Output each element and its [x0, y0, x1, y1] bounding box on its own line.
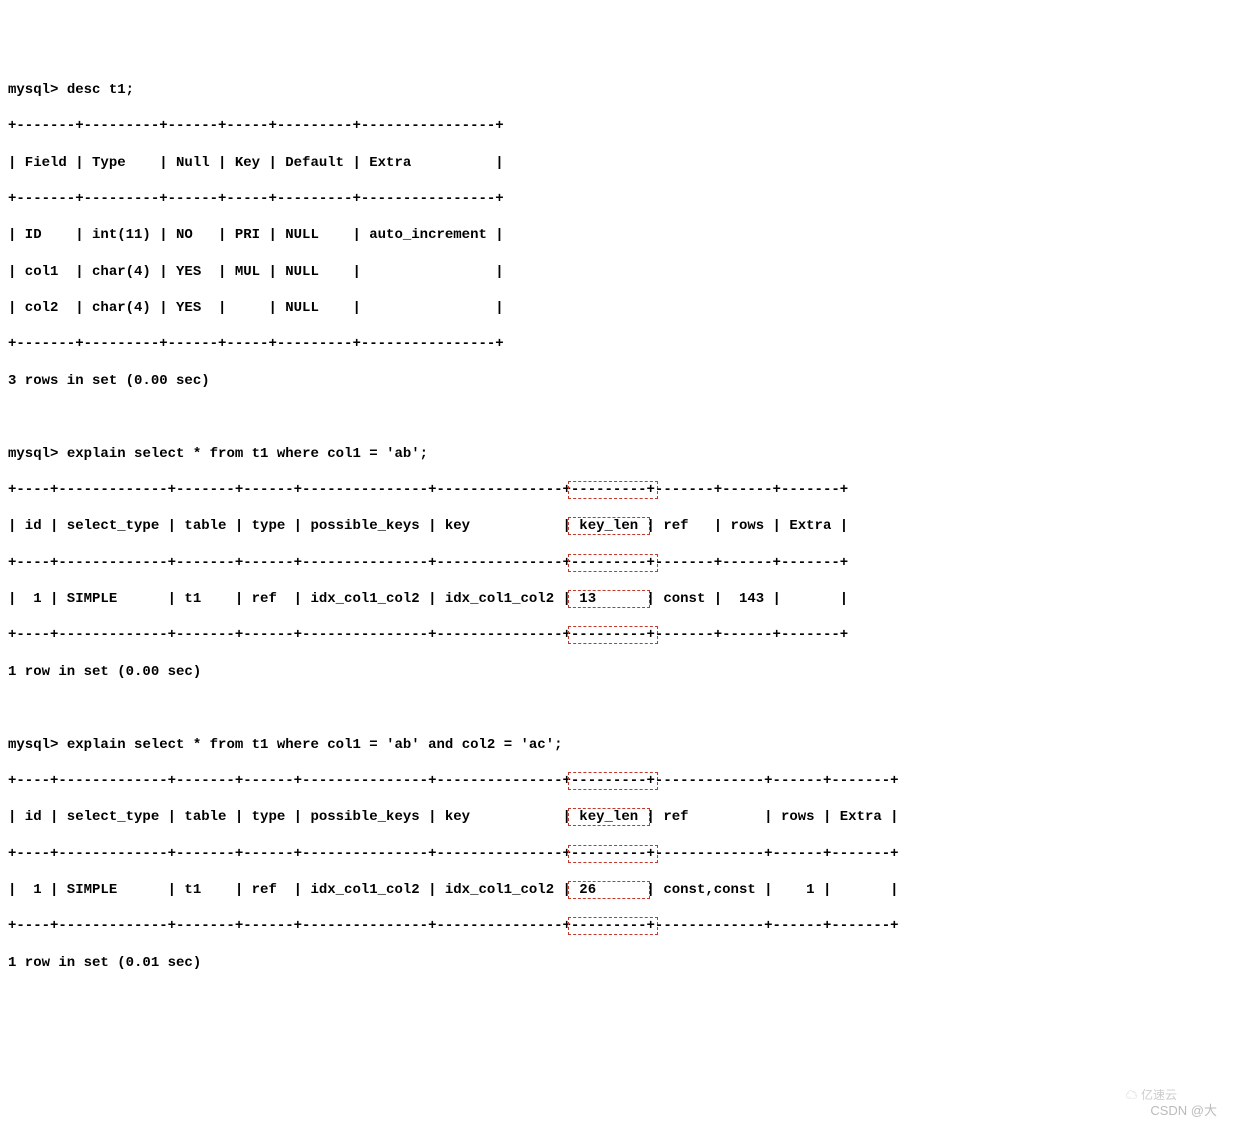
logo-watermark: ☁ 亿速云 [1126, 1088, 1177, 1104]
exp2-row-left: | 1 | SIMPLE | t1 | ref | idx_col1_col2 … [8, 882, 571, 898]
exp1-border-top: +----+-------------+-------+------+-----… [8, 481, 1229, 499]
desc-border-mid: +-------+---------+------+-----+--------… [8, 190, 1229, 208]
command-2: explain select * from t1 where col1 = 'a… [67, 446, 428, 462]
desc-row-0: | ID | int(11) | NO | PRI | NULL | auto_… [8, 226, 1229, 244]
exp1-header-left: | id | select_type | table | type | poss… [8, 518, 571, 534]
exp2-border-mid-left: +----+-------------+-------+------+-----… [8, 846, 571, 862]
exp2-border-bot: +----+-------------+-------+------+-----… [8, 917, 1229, 935]
exp1-border-bot-left: +----+-------------+-------+------+-----… [8, 627, 571, 643]
exp2-header: | id | select_type | table | type | poss… [8, 808, 1229, 826]
command-line-2: mysql> explain select * from t1 where co… [8, 445, 1229, 463]
exp1-border-mid-right: -------+------+-------+ [655, 555, 848, 571]
desc-border-top: +-------+---------+------+-----+--------… [8, 117, 1229, 135]
exp2-row-right: | const,const | 1 | | [647, 882, 899, 898]
exp1-row: | 1 | SIMPLE | t1 | ref | idx_col1_col2 … [8, 590, 1229, 608]
exp2-border-top-left: +----+-------------+-------+------+-----… [8, 773, 571, 789]
command-1: desc t1; [67, 82, 134, 98]
exp2-header-left: | id | select_type | table | type | poss… [8, 809, 571, 825]
exp2-footer: 1 row in set (0.01 sec) [8, 954, 1229, 972]
exp1-border-mid-left: +----+-------------+-------+------+-----… [8, 555, 571, 571]
exp1-header: | id | select_type | table | type | poss… [8, 517, 1229, 535]
exp2-border-mid-right: -------------+------+-------+ [655, 846, 899, 862]
exp2-header-right: | ref | rows | Extra | [647, 809, 899, 825]
exp1-border-bot-keylen: ---------+ [568, 626, 658, 644]
mysql-prompt: mysql> [8, 737, 58, 753]
exp1-keylen-header: key_len [568, 517, 650, 535]
exp2-border-bot-right: -------------+------+-------+ [655, 918, 899, 934]
exp1-border-top-right: -------+------+-------+ [655, 482, 848, 498]
desc-header: | Field | Type | Null | Key | Default | … [8, 154, 1229, 172]
desc-row-2: | col2 | char(4) | YES | | NULL | | [8, 299, 1229, 317]
exp2-keylen-value: 26 [568, 881, 650, 899]
exp1-footer: 1 row in set (0.00 sec) [8, 663, 1229, 681]
exp1-row-right: | const | 143 | | [647, 591, 849, 607]
blank-2 [8, 699, 1229, 717]
exp2-border-top-right: -------------+------+-------+ [655, 773, 899, 789]
exp1-border-mid: +----+-------------+-------+------+-----… [8, 554, 1229, 572]
desc-border-bot: +-------+---------+------+-----+--------… [8, 335, 1229, 353]
command-3: explain select * from t1 where col1 = 'a… [67, 737, 563, 753]
exp1-border-top-left: +----+-------------+-------+------+-----… [8, 482, 571, 498]
exp2-keylen-header: key_len [568, 808, 650, 826]
exp2-border-bot-left: +----+-------------+-------+------+-----… [8, 918, 571, 934]
exp1-header-right: | ref | rows | Extra | [647, 518, 849, 534]
command-line-1: mysql> desc t1; [8, 81, 1229, 99]
mysql-prompt: mysql> [8, 82, 58, 98]
csdn-watermark: CSDN @大 [1150, 1103, 1217, 1120]
exp2-border-mid: +----+-------------+-------+------+-----… [8, 845, 1229, 863]
exp1-border-bot-right: -------+------+-------+ [655, 627, 848, 643]
exp1-border-top-keylen: ---------+ [568, 481, 658, 499]
command-line-3: mysql> explain select * from t1 where co… [8, 736, 1229, 754]
logo-text: 亿速云 [1141, 1088, 1177, 1102]
exp2-row: | 1 | SIMPLE | t1 | ref | idx_col1_col2 … [8, 881, 1229, 899]
exp1-keylen-value: 13 [568, 590, 650, 608]
exp1-border-mid-keylen: ---------+ [568, 554, 658, 572]
exp2-border-mid-keylen: ---------+ [568, 845, 658, 863]
exp1-row-left: | 1 | SIMPLE | t1 | ref | idx_col1_col2 … [8, 591, 571, 607]
exp2-border-top: +----+-------------+-------+------+-----… [8, 772, 1229, 790]
desc-footer: 3 rows in set (0.00 sec) [8, 372, 1229, 390]
exp2-border-top-keylen: ---------+ [568, 772, 658, 790]
blank-1 [8, 408, 1229, 426]
exp1-border-bot: +----+-------------+-------+------+-----… [8, 626, 1229, 644]
exp2-border-bot-keylen: ---------+ [568, 917, 658, 935]
desc-row-1: | col1 | char(4) | YES | MUL | NULL | | [8, 263, 1229, 281]
mysql-prompt: mysql> [8, 446, 58, 462]
